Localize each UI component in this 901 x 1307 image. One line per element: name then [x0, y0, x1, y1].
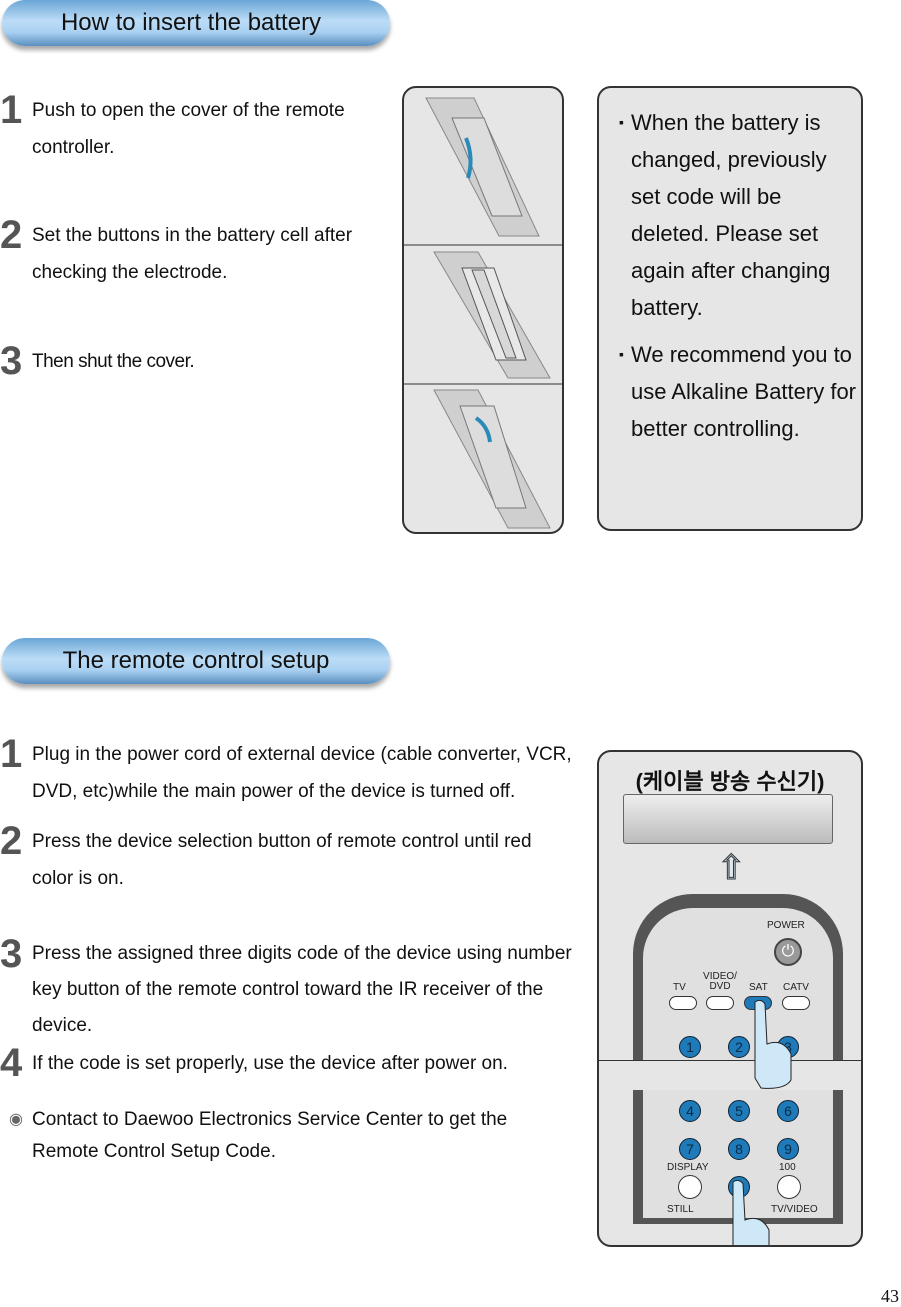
display-button[interactable]	[678, 1175, 702, 1199]
setup-step-3: 3 Press the assigned three digits code of…	[0, 932, 587, 1044]
page-number: 43	[881, 1286, 899, 1306]
step-number: 2	[0, 213, 22, 257]
tv-button[interactable]	[669, 996, 697, 1010]
remote-battery-drawing	[404, 97, 562, 529]
step2-panel	[433, 251, 551, 379]
step-text: Press the assigned three digits code of …	[32, 943, 572, 1036]
step-number: 3	[0, 932, 22, 976]
step-number: 3	[0, 339, 22, 383]
step-number: 1	[0, 88, 22, 132]
key-6[interactable]: 6	[777, 1100, 799, 1122]
key-8[interactable]: 8	[728, 1138, 750, 1160]
battery-notes-box: ▪ When the battery is changed, previously…	[597, 86, 863, 531]
hundred-button[interactable]	[777, 1175, 801, 1199]
battery-step-2: 2 Set the buttons in the battery cell aft…	[0, 213, 372, 291]
up-arrow-icon: ⇧	[717, 849, 747, 887]
step-number: 2	[0, 819, 22, 863]
key-9[interactable]: 9	[777, 1138, 799, 1160]
pointing-hand-icon	[732, 1180, 770, 1245]
setup-step-4: 4 If the code is set properly, use the de…	[0, 1041, 592, 1085]
step1-panel	[425, 97, 540, 237]
step-text: If the code is set properly, use the dev…	[32, 1053, 508, 1074]
setup-step-1: 1 Plug in the power cord of external devi…	[0, 732, 587, 810]
remote-setup-illustration: (케이블 방송 수신기) ⇧ POWER ⏻ TV VIDEO/ DVD SAT…	[597, 750, 863, 1247]
step-text: Set the buttons in the battery cell afte…	[32, 225, 353, 283]
key-5[interactable]: 5	[728, 1100, 750, 1122]
bullet-icon: ▪	[619, 114, 624, 130]
battery-illustration	[402, 86, 564, 534]
step-text: Push to open the cover of the remote con…	[32, 100, 345, 158]
step-text: Then shut the cover.	[32, 351, 195, 372]
key-7[interactable]: 7	[679, 1138, 701, 1160]
step-number: 1	[0, 732, 22, 776]
note-1: ▪ When the battery is changed, previously…	[599, 104, 861, 326]
step3-panel	[433, 389, 551, 529]
target-bullet-icon: ◉	[9, 1111, 23, 1128]
step-text: Plug in the power cord of external devic…	[32, 744, 572, 802]
device-caption: (케이블 방송 수신기)	[635, 769, 825, 794]
key-4[interactable]: 4	[679, 1100, 701, 1122]
video-dvd-button[interactable]	[706, 996, 734, 1010]
note-2: ▪ We recommend you to use Alkaline Batter…	[599, 336, 861, 447]
cable-receiver-image	[623, 794, 833, 844]
section-header-battery: How to insert the battery	[2, 0, 390, 46]
contact-note: ◉ Contact to Daewoo Electronics Service C…	[0, 1104, 552, 1168]
power-button[interactable]: ⏻	[774, 938, 802, 966]
step-number: 4	[0, 1041, 22, 1085]
step-text: Press the device selection button of rem…	[32, 831, 532, 889]
setup-step-2: 2 Press the device selection button of re…	[0, 819, 552, 897]
pointing-hand-icon	[754, 1000, 792, 1089]
key-1[interactable]: 1	[679, 1036, 701, 1058]
section-header-setup: The remote control setup	[2, 638, 390, 684]
battery-step-1: 1 Push to open the cover of the remote co…	[0, 88, 372, 166]
section-title: The remote control setup	[62, 647, 330, 674]
battery-step-3: 3 Then shut the cover.	[0, 339, 372, 383]
bullet-icon: ▪	[619, 346, 624, 362]
section-title: How to insert the battery	[60, 9, 322, 36]
